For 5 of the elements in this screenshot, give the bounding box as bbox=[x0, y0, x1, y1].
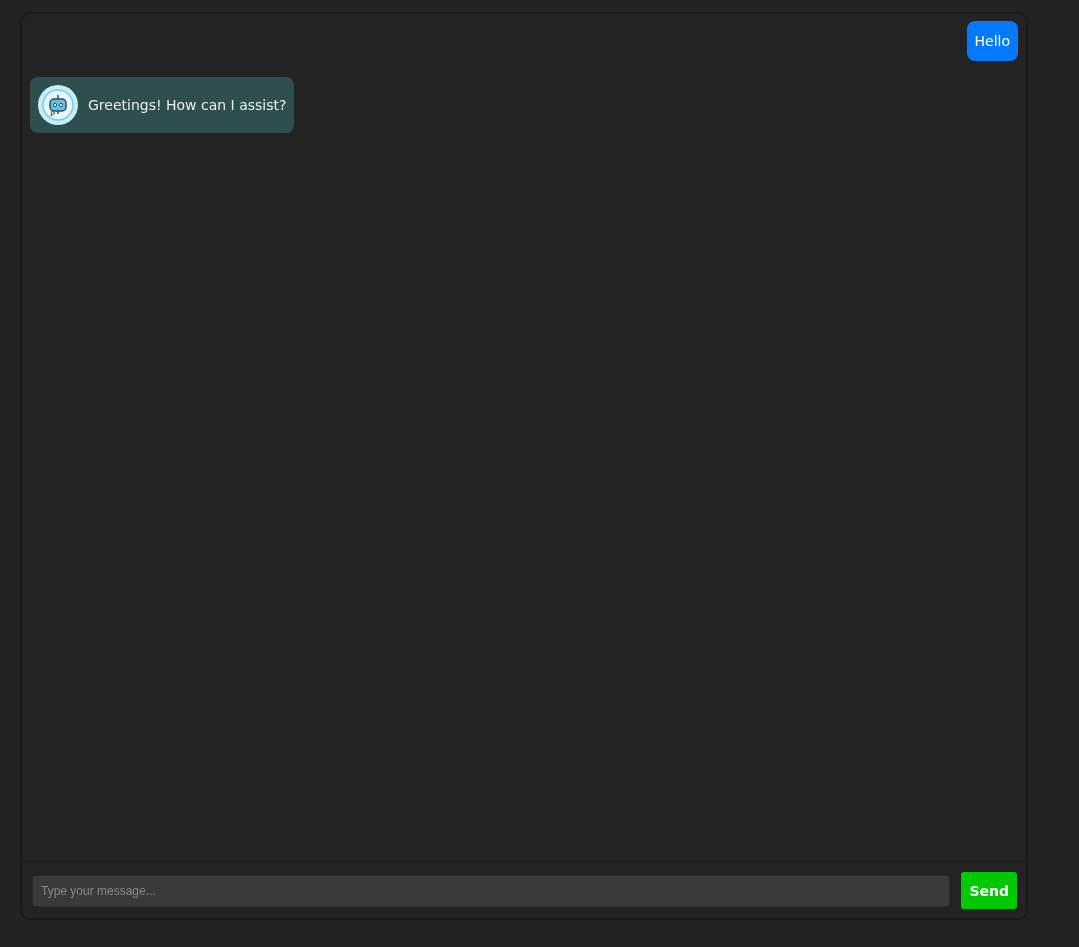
message-text: Greetings! How can I assist? bbox=[88, 97, 287, 113]
user-message: Hello bbox=[966, 21, 1018, 61]
robot-avatar-icon bbox=[38, 85, 78, 125]
send-button[interactable]: Send bbox=[961, 872, 1017, 909]
message-input[interactable]: Type your message... bbox=[32, 874, 951, 907]
